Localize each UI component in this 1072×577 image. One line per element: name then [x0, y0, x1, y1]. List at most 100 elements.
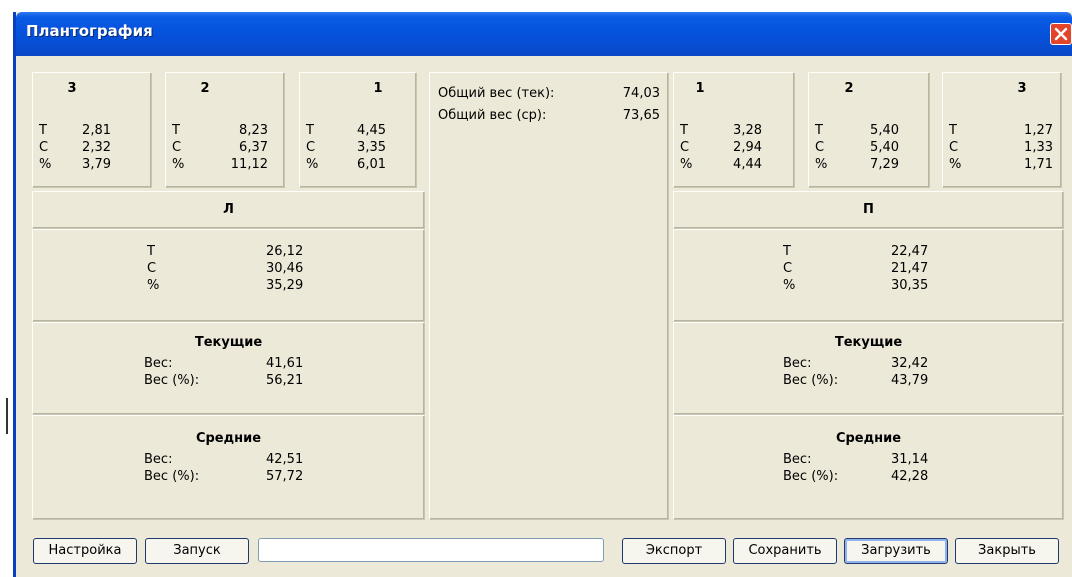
weight-pct-label: Вес (%): — [144, 469, 200, 484]
start-button[interactable]: Запуск — [145, 538, 249, 564]
right-total-t: 22,47 — [891, 244, 929, 259]
sensor-p-value: 6,01 — [357, 157, 386, 172]
row-t-label: T — [39, 123, 47, 138]
left-average-pct: 57,72 — [266, 469, 304, 484]
weight-pct-label: Вес (%): — [783, 373, 839, 388]
weight-pct-label: Вес (%): — [144, 373, 200, 388]
edge-mark — [6, 398, 8, 434]
row-p-label: % — [39, 157, 52, 172]
row-t-label: T — [680, 123, 688, 138]
sensor-label: 2 — [844, 81, 854, 96]
total-average-value: 73,65 — [622, 108, 660, 123]
right-totals: T C % 22,47 21,47 30,35 — [673, 229, 1064, 322]
total-t-label: T — [783, 244, 791, 259]
sensor-c-value: 2,94 — [733, 140, 762, 155]
sensor-label: 1 — [373, 81, 383, 96]
sensor-c-value: 3,35 — [357, 140, 386, 155]
right-foot-title: П — [863, 202, 874, 217]
average-title: Средние — [195, 431, 262, 446]
sensor-t-value: 3,28 — [733, 123, 762, 138]
close-button[interactable]: Закрыть — [955, 538, 1059, 564]
row-p-label: % — [949, 157, 962, 172]
total-average-label: Общий вес (ср): — [438, 108, 547, 123]
total-t-label: T — [147, 244, 155, 259]
row-t-label: T — [306, 123, 314, 138]
right-foot-header: П — [673, 191, 1064, 229]
row-c-label: C — [39, 140, 49, 155]
left-average-weight: 42,51 — [266, 452, 304, 467]
right-total-c: 21,47 — [891, 261, 929, 276]
plantography-window: Плантография 3 T C % 2,81 2,32 3,79 2 T … — [13, 12, 1072, 577]
settings-button[interactable]: Настройка — [33, 538, 137, 564]
sensor-p-value: 4,44 — [733, 157, 762, 172]
sensor-c-value: 2,32 — [82, 140, 111, 155]
total-c-label: C — [147, 261, 157, 276]
right-sensor-1: 1 T C % 3,28 2,94 4,44 — [673, 72, 795, 188]
left-foot-title: Л — [223, 202, 234, 217]
right-average: Средние Вес: Вес (%): 31,14 42,28 — [673, 415, 1064, 520]
progress-field — [258, 538, 604, 562]
row-c-label: C — [815, 140, 825, 155]
sensor-p-value: 3,79 — [82, 157, 111, 172]
current-title: Текущие — [834, 335, 903, 350]
left-current-weight: 41,61 — [266, 356, 304, 371]
sensor-p-value: 1,71 — [1024, 157, 1053, 172]
close-icon[interactable] — [1050, 23, 1072, 45]
row-t-label: T — [815, 123, 823, 138]
total-c-label: C — [783, 261, 793, 276]
window-title: Плантография — [26, 22, 153, 40]
average-title: Средние — [835, 431, 902, 446]
left-sensor-2: 2 T C % 8,23 6,37 11,12 — [165, 72, 285, 188]
row-t-label: T — [172, 123, 180, 138]
row-c-label: C — [949, 140, 959, 155]
save-button[interactable]: Сохранить — [733, 538, 837, 564]
total-current-label: Общий вес (тек): — [438, 86, 555, 101]
total-current-value: 74,03 — [622, 86, 660, 101]
row-c-label: C — [172, 140, 182, 155]
row-p-label: % — [815, 157, 828, 172]
right-current-weight: 32,42 — [891, 356, 929, 371]
weight-label: Вес: — [783, 356, 812, 371]
weight-pct-label: Вес (%): — [783, 469, 839, 484]
row-p-label: % — [680, 157, 693, 172]
sensor-t-value: 2,81 — [82, 123, 111, 138]
left-total-p: 35,29 — [266, 278, 304, 293]
row-p-label: % — [306, 157, 319, 172]
left-total-c: 30,46 — [266, 261, 304, 276]
total-p-label: % — [147, 278, 160, 293]
sensor-label: 3 — [1017, 81, 1027, 96]
sensor-c-value: 5,40 — [870, 140, 899, 155]
title-bar[interactable]: Плантография — [16, 12, 1072, 56]
left-sensor-1: 1 T C % 4,45 3,35 6,01 — [299, 72, 417, 188]
center-totals: Общий вес (тек): 74,03 Общий вес (ср): 7… — [429, 72, 669, 520]
row-c-label: C — [306, 140, 316, 155]
sensor-label: 2 — [200, 81, 210, 96]
sensor-p-value: 11,12 — [230, 157, 268, 172]
row-c-label: C — [680, 140, 690, 155]
left-totals: T C % 26,12 30,46 35,29 — [32, 229, 425, 322]
export-button[interactable]: Экспорт — [622, 538, 726, 564]
left-current-pct: 56,21 — [266, 373, 304, 388]
load-button[interactable]: Загрузить — [844, 538, 948, 564]
sensor-label: 1 — [695, 81, 705, 96]
left-total-t: 26,12 — [266, 244, 304, 259]
left-average: Средние Вес: Вес (%): 42,51 57,72 — [32, 415, 425, 520]
sensor-c-value: 6,37 — [239, 140, 268, 155]
weight-label: Вес: — [144, 452, 173, 467]
right-average-pct: 42,28 — [891, 469, 929, 484]
right-current-pct: 43,79 — [891, 373, 929, 388]
right-sensor-3: 3 T C % 1,27 1,33 1,71 — [942, 72, 1062, 188]
weight-label: Вес: — [144, 356, 173, 371]
sensor-t-value: 1,27 — [1024, 123, 1053, 138]
row-t-label: T — [949, 123, 957, 138]
right-sensor-2: 2 T C % 5,40 5,40 7,29 — [808, 72, 930, 188]
right-current: Текущие Вес: Вес (%): 32,42 43,79 — [673, 322, 1064, 415]
left-foot-header: Л — [32, 191, 425, 229]
row-p-label: % — [172, 157, 185, 172]
right-total-p: 30,35 — [891, 278, 929, 293]
total-p-label: % — [783, 278, 796, 293]
left-sensor-3: 3 T C % 2,81 2,32 3,79 — [32, 72, 152, 188]
sensor-c-value: 1,33 — [1024, 140, 1053, 155]
sensor-p-value: 7,29 — [870, 157, 899, 172]
sensor-label: 3 — [67, 81, 77, 96]
